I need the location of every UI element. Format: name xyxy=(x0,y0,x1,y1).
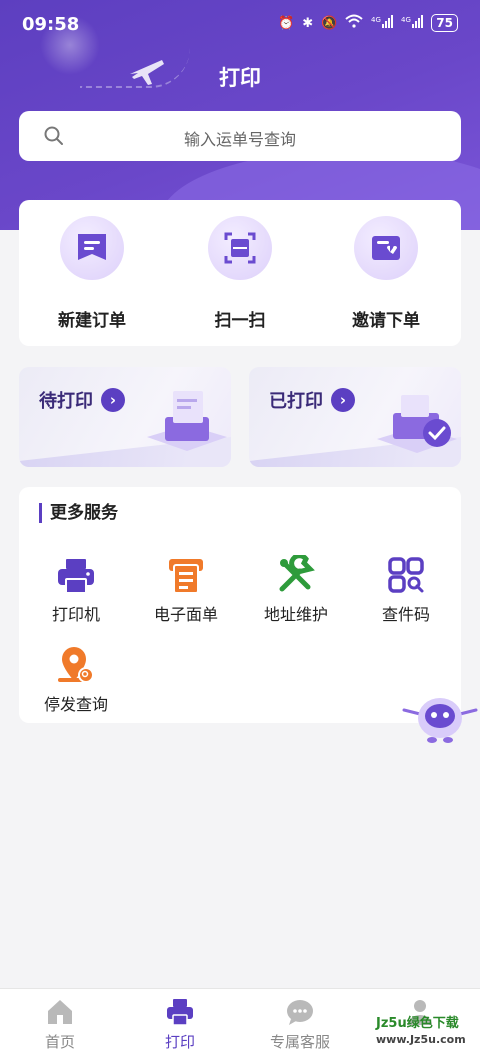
watermark-line2: www.Jz5u.com xyxy=(376,1033,466,1046)
scan-label: 扫一扫 xyxy=(214,311,266,331)
more-services-title: 更多服务 xyxy=(39,503,118,523)
query-code-icon xyxy=(386,555,426,595)
mascot-floating-button[interactable] xyxy=(402,690,478,746)
e-waybill-button[interactable]: 电子面单 xyxy=(136,555,236,625)
search-bar[interactable]: 输入运单号查询 xyxy=(19,111,461,161)
tab-home[interactable]: 首页 xyxy=(0,997,120,1052)
new-order-icon xyxy=(60,216,124,280)
svg-text:4G: 4G xyxy=(401,16,411,24)
e-waybill-icon xyxy=(166,555,206,595)
signal-4g-icon-2: 4G xyxy=(401,14,424,32)
printer-illustration xyxy=(147,389,227,459)
query-code-button[interactable]: 查件码 xyxy=(356,555,456,625)
printer-service-button[interactable]: 打印机 xyxy=(26,555,126,625)
new-order-label: 新建订单 xyxy=(58,311,126,331)
invite-icon xyxy=(354,216,418,280)
tab-customer-service[interactable]: 专属客服 xyxy=(240,997,360,1052)
printed-tile[interactable]: 已打印 › xyxy=(249,367,461,467)
more-services-card: 更多服务 打印机 电子面单 地址维护 查件码 停发查询 xyxy=(19,487,461,723)
signal-4g-icon: 4G xyxy=(371,14,394,32)
bluetooth-icon: ✱ xyxy=(302,15,314,31)
chevron-right-icon: › xyxy=(331,388,355,412)
new-order-button[interactable]: 新建订单 xyxy=(37,216,147,331)
battery-indicator: 75 xyxy=(431,14,458,32)
printed-label: 已打印 xyxy=(269,391,323,412)
tab-home-label: 首页 xyxy=(44,1033,75,1051)
wrench-icon xyxy=(276,553,316,595)
scan-icon xyxy=(208,216,272,280)
page-title: 打印 xyxy=(219,66,261,90)
pending-print-tile[interactable]: 待打印 › xyxy=(19,367,231,467)
pending-print-label: 待打印 xyxy=(39,391,93,412)
mute-icon: 🔕 xyxy=(321,15,338,31)
search-placeholder: 输入运单号查询 xyxy=(183,130,296,149)
printer-icon xyxy=(56,555,96,595)
printer-icon xyxy=(165,997,195,1027)
wifi-icon xyxy=(345,14,363,32)
query-code-label: 查件码 xyxy=(381,605,430,624)
printer-service-label: 打印机 xyxy=(51,605,100,624)
status-bar: 09:58 ⏰ ✱ 🔕 4G 4G 75 xyxy=(0,0,480,48)
watermark-line1: Jz5u绿色下载 xyxy=(376,1016,459,1031)
address-maintenance-label: 地址维护 xyxy=(263,605,328,624)
alarm-icon: ⏰ xyxy=(278,15,295,31)
scan-button[interactable]: 扫一扫 xyxy=(185,216,295,331)
chevron-right-icon: › xyxy=(101,388,125,412)
svg-text:4G: 4G xyxy=(371,16,381,24)
location-search-icon xyxy=(56,645,96,685)
tab-print[interactable]: 打印 xyxy=(120,997,240,1052)
invite-order-button[interactable]: 邀请下单 xyxy=(331,216,441,331)
printed-check-illustration xyxy=(377,389,457,459)
address-maintenance-button[interactable]: 地址维护 xyxy=(246,553,346,625)
stop-delivery-query-button[interactable]: 停发查询 xyxy=(26,645,126,715)
e-waybill-label: 电子面单 xyxy=(153,605,218,624)
quick-actions-card: 新建订单 扫一扫 邀请下单 xyxy=(19,200,461,346)
status-icons: ⏰ ✱ 🔕 4G 4G 75 xyxy=(278,14,458,32)
watermark: Jz5u绿色下载 www.Jz5u.com xyxy=(376,1016,476,1052)
chat-icon xyxy=(285,997,315,1027)
invite-order-label: 邀请下单 xyxy=(352,311,420,331)
stop-delivery-query-label: 停发查询 xyxy=(43,695,108,714)
tab-print-label: 打印 xyxy=(164,1033,195,1051)
status-time: 09:58 xyxy=(22,14,80,35)
home-icon xyxy=(45,997,75,1027)
tab-customer-service-label: 专属客服 xyxy=(269,1033,330,1051)
